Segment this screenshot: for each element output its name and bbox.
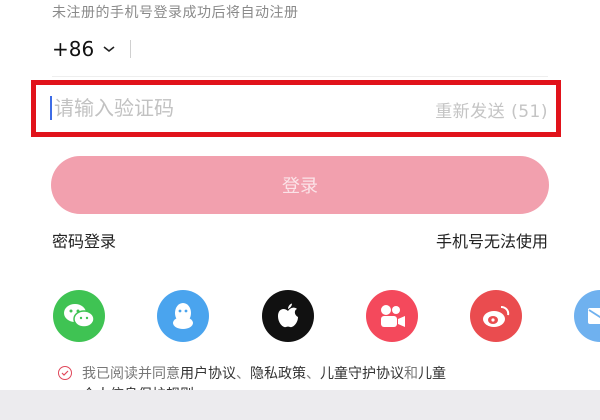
mail-icon[interactable]	[574, 290, 600, 342]
bottom-bar	[0, 390, 600, 420]
register-hint: 未注册的手机号登录成功后将自动注册	[52, 5, 299, 21]
agreement-checkbox[interactable]	[58, 366, 72, 380]
child-protection-link[interactable]: 儿童守护协议	[320, 363, 404, 383]
verification-code-input[interactable]	[54, 92, 394, 124]
text-cursor	[50, 96, 52, 120]
agreement-line: 我已阅读并同意 用户协议、隐私政策、儿童守护协议和儿童	[58, 363, 446, 383]
apple-icon[interactable]	[262, 290, 314, 342]
user-agreement-link[interactable]: 用户协议	[180, 363, 236, 383]
privacy-policy-link[interactable]: 隐私政策	[250, 363, 306, 383]
resend-code-button[interactable]: 重新发送 (51)	[435, 97, 548, 122]
weibo-icon[interactable]	[470, 290, 522, 342]
phone-underline	[52, 76, 548, 77]
kuaishou-icon[interactable]	[366, 290, 418, 342]
qq-icon[interactable]	[157, 290, 209, 342]
child-info-link-start[interactable]: 儿童	[418, 363, 446, 383]
phone-unavailable-link[interactable]: 手机号无法使用	[436, 228, 548, 252]
phone-input-row[interactable]: +86	[52, 34, 132, 64]
chevron-down-icon[interactable]	[102, 44, 116, 54]
password-login-link[interactable]: 密码登录	[52, 228, 116, 252]
agreement-and: 和	[404, 366, 418, 382]
country-code[interactable]: +86	[52, 37, 94, 61]
agreement-prefix: 我已阅读并同意	[82, 366, 180, 382]
agreement-sep: 、	[236, 366, 250, 382]
divider	[130, 40, 132, 58]
login-button[interactable]: 登录	[51, 156, 549, 214]
wechat-icon[interactable]	[53, 290, 105, 342]
agreement-sep: 、	[306, 366, 320, 382]
